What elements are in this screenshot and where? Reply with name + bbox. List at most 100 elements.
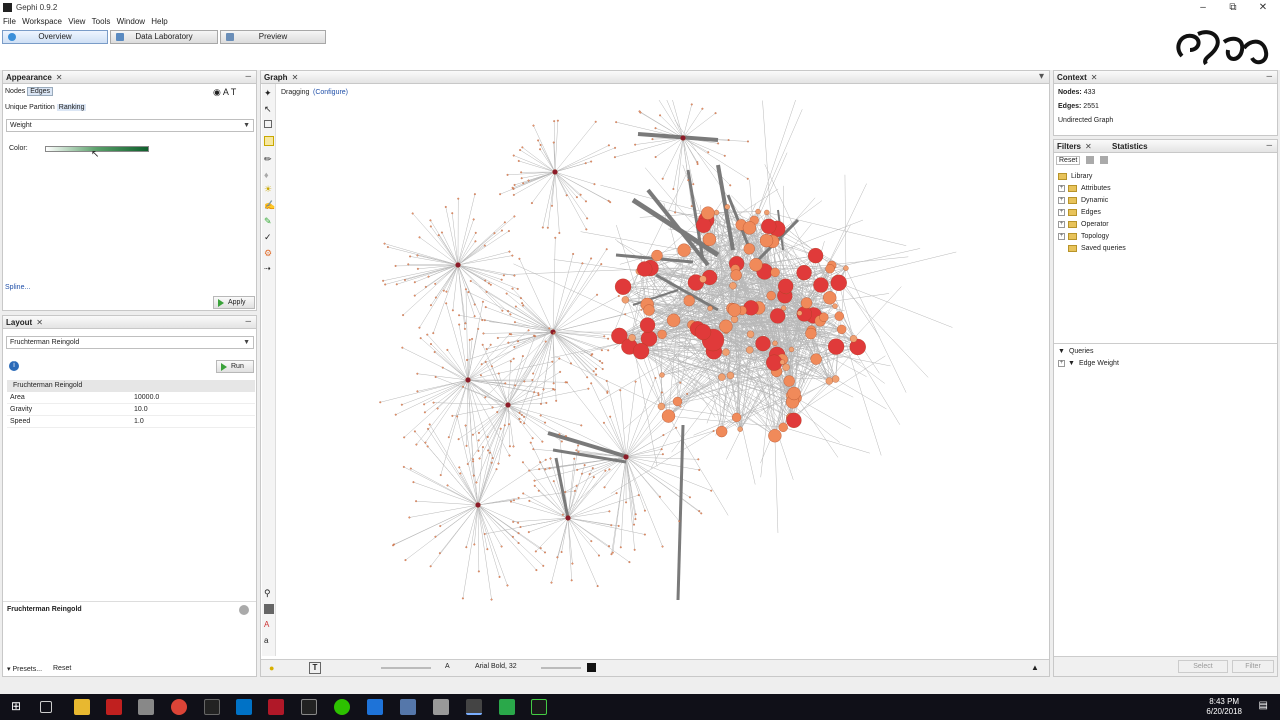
graph-node[interactable] — [509, 313, 512, 316]
graph-node[interactable] — [458, 323, 461, 326]
graph-node[interactable] — [464, 424, 467, 427]
graph-node[interactable] — [482, 332, 485, 335]
graph-node[interactable] — [488, 282, 490, 285]
app-icon-light[interactable] — [433, 699, 449, 715]
graph-node[interactable] — [490, 461, 493, 464]
graph-node[interactable] — [581, 262, 584, 265]
graph-node[interactable] — [707, 305, 713, 312]
graph-node[interactable] — [624, 313, 627, 316]
graph-node[interactable] — [661, 409, 676, 423]
minimize-button[interactable]: – — [1188, 1, 1218, 15]
graph-node[interactable] — [446, 484, 449, 487]
graph-node[interactable] — [590, 160, 593, 163]
graph-node[interactable] — [600, 349, 603, 352]
graph-node[interactable] — [413, 281, 416, 284]
graph-node[interactable] — [465, 377, 471, 383]
graph-node[interactable] — [599, 360, 601, 363]
graph-node[interactable] — [480, 363, 483, 366]
graph-node[interactable] — [539, 461, 542, 464]
graph-node[interactable] — [714, 112, 717, 115]
graph-node[interactable] — [537, 394, 540, 397]
graph-node[interactable] — [570, 362, 572, 365]
graph-node[interactable] — [634, 380, 637, 383]
menu-window[interactable]: Window — [117, 16, 145, 28]
graph-node[interactable] — [491, 406, 494, 409]
graph-node[interactable] — [467, 291, 470, 294]
queries-root[interactable]: ▼ Queries — [1058, 346, 1093, 358]
graph-node[interactable] — [849, 335, 858, 343]
graph-node[interactable] — [591, 353, 594, 356]
graph-node[interactable] — [607, 349, 610, 352]
graph-node[interactable] — [689, 496, 691, 499]
graph-node[interactable] — [418, 326, 421, 329]
graph-node[interactable] — [429, 219, 432, 222]
graph-node[interactable] — [518, 257, 521, 260]
graph-node[interactable] — [521, 355, 524, 358]
graph-node[interactable] — [601, 362, 604, 364]
graph-node[interactable] — [550, 329, 556, 335]
graph-node[interactable] — [755, 208, 761, 215]
graph-node[interactable] — [564, 435, 567, 438]
graph-node[interactable] — [678, 520, 681, 523]
graph-node[interactable] — [434, 535, 437, 538]
graph-node[interactable] — [610, 553, 613, 556]
zoom-icon[interactable]: ⚲ — [264, 588, 274, 598]
graph-node[interactable] — [680, 135, 686, 141]
graph-node[interactable] — [654, 376, 657, 379]
graph-node[interactable] — [558, 232, 561, 234]
close-icon[interactable]: ✕ — [56, 73, 63, 82]
edge-pencil-icon[interactable]: ✎ — [264, 216, 274, 226]
graph-node[interactable] — [770, 267, 780, 278]
graph-node[interactable] — [788, 346, 795, 353]
graph-node[interactable] — [551, 360, 554, 363]
graph-node[interactable] — [654, 127, 657, 130]
graph-node[interactable] — [575, 196, 578, 199]
graph-node[interactable] — [657, 402, 666, 411]
graph-node[interactable] — [657, 329, 667, 340]
graph-node[interactable] — [634, 143, 637, 146]
graph-node[interactable] — [679, 405, 682, 408]
task-view-icon[interactable] — [40, 701, 52, 713]
graph-node[interactable] — [503, 424, 506, 427]
graph-node[interactable] — [544, 468, 547, 471]
graph-node[interactable] — [690, 103, 693, 106]
graph-node[interactable] — [513, 499, 515, 502]
nodes-tab[interactable]: Nodes — [5, 88, 25, 95]
network-graph[interactable] — [278, 69, 1048, 655]
graph-node[interactable] — [461, 597, 464, 600]
graph-node[interactable] — [530, 202, 533, 205]
graph-node[interactable] — [576, 468, 579, 471]
graph-node[interactable] — [813, 277, 829, 293]
graph-node[interactable] — [583, 464, 586, 467]
graph-node[interactable] — [418, 236, 421, 239]
graph-node[interactable] — [651, 138, 654, 141]
graph-node[interactable] — [504, 382, 507, 385]
graph-node[interactable] — [707, 151, 710, 154]
expand-icon[interactable]: ▲ — [1031, 663, 1039, 672]
graph-node[interactable] — [483, 319, 486, 322]
palette-icon[interactable]: ◉ — [213, 87, 221, 97]
graph-node[interactable] — [473, 543, 476, 546]
property-value[interactable]: 10000.0 — [134, 392, 159, 404]
graph-node[interactable] — [730, 315, 739, 323]
graph-node[interactable] — [605, 379, 608, 382]
graph-node[interactable] — [787, 386, 801, 401]
graph-node[interactable] — [746, 330, 755, 338]
graph-node[interactable] — [553, 120, 556, 123]
graph-node[interactable] — [638, 110, 641, 113]
graph-node[interactable] — [539, 547, 542, 550]
partition-tab[interactable]: Partition — [29, 104, 55, 111]
graph-node[interactable] — [615, 121, 618, 124]
property-row-area[interactable]: Area 10000.0 — [7, 392, 255, 404]
graph-node[interactable] — [807, 248, 824, 264]
graph-node[interactable] — [800, 297, 813, 309]
graph-node[interactable] — [413, 294, 416, 297]
graph-node[interactable] — [402, 465, 405, 468]
graph-node[interactable] — [672, 396, 683, 407]
graph-node[interactable] — [457, 438, 460, 441]
graph-node[interactable] — [600, 263, 603, 266]
graph-node[interactable] — [485, 290, 488, 293]
graph-node[interactable] — [497, 372, 500, 375]
graph-node[interactable] — [796, 310, 803, 316]
graph-node[interactable] — [819, 312, 829, 322]
